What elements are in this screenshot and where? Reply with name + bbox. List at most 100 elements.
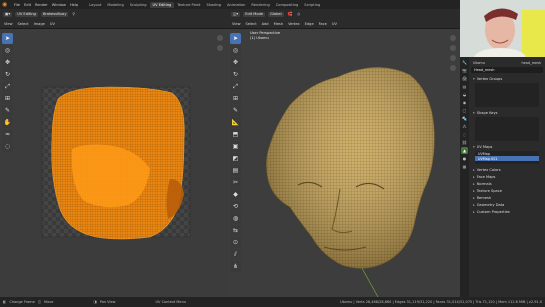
section-label: Normals [476,181,492,186]
uv-menu-view[interactable]: View [3,22,14,26]
chevron-down-icon: ▾ [473,144,475,149]
section-geometry-data[interactable]: ▸ Geometry Data [471,201,543,208]
tool-icon[interactable]: 🔧 [461,59,468,66]
tab-sculpting[interactable]: Sculpting [127,2,150,8]
uv-editor-header: ▣▾ UV Editing BrakesuBuay ⚲ View Select … [0,9,228,29]
uv-editor-area[interactable]: ➤ ◎ ✥ ↻ ⤢ ⊞ ✎ ✋ ≈ ◌ [0,29,228,297]
section-label: Vertex Colors [476,167,501,172]
proportional-edit-icon[interactable]: ◎ [296,12,301,16]
tab-compositing[interactable]: Compositing [273,2,302,8]
menu-render[interactable]: Render [33,3,50,7]
section-uv-maps[interactable]: ▾ UV Maps [471,143,543,150]
shape-keys-list[interactable] [475,117,539,141]
chevron-right-icon: ▸ [473,181,475,186]
section-vertex-groups[interactable]: ▾ Vertex Groups [471,75,543,82]
menu-edit[interactable]: Edit [22,3,33,7]
section-label: Remesh [476,195,492,200]
uv-canvas[interactable] [0,29,228,297]
section-label: Shape Keys [476,110,498,115]
vp-menu-face[interactable]: Face [318,22,328,26]
properties-body: Ukomu head_mesh Head_mesh ▾ Vertex Groups… [469,57,545,297]
edit-mode-select[interactable]: Edit Mode [243,11,266,17]
mesh-name-field[interactable]: Head_mesh [471,67,543,73]
constraints-icon[interactable]: ⛓ [461,139,468,146]
scene-stats: Ukomu | Verts 28,488/28,660 | Edges 31,1… [340,300,542,304]
menu-help[interactable]: Help [68,3,80,7]
output-icon[interactable]: 🖨 [461,75,468,82]
viewport-area[interactable]: User Perspective (1) Ukomu ➤ ◎ ✥ ↻ ⤢ ⊞ ✎… [228,29,460,297]
blender-logo-icon[interactable]: ◉ [2,1,9,8]
tab-rendering[interactable]: Rendering [248,2,272,8]
uv-maps-list[interactable]: UVMap UVMap.001 [475,151,539,164]
vp-menu-uv[interactable]: UV [331,22,338,26]
properties-editor: 🔧 📷 🖨 ▤ ◒ ◉ ▢ 🔩 ⁂ ◌ ⛓ ▲ ● ▦ Ukomu head_m… [460,57,545,297]
section-custom-properties[interactable]: ▸ Custom Properties [471,208,543,215]
tab-layout[interactable]: Layout [86,2,104,8]
render-icon[interactable]: 📷 [461,67,468,74]
physics-icon[interactable]: ◌ [461,131,468,138]
section-remesh[interactable]: ▸ Remesh [471,194,543,201]
breadcrumb: Ukomu head_mesh [471,59,543,66]
section-label: Custom Properties [476,209,510,214]
head-mesh-render[interactable] [228,29,460,297]
status-bar: ◧ Change Frame ◫ Move ◨ Pan View UV Cont… [0,297,545,307]
section-face-maps[interactable]: ▸ Face Maps [471,173,543,180]
mouse-left-icon: ◧ [3,300,7,304]
uv-mode-select[interactable]: UV Editing [15,11,38,17]
tab-scripting[interactable]: Scripting [301,2,323,8]
section-label: Texture Space [476,188,502,193]
status-hint-change-frame: Change Frame [9,300,35,304]
orientation-select[interactable]: Global [268,11,284,17]
uv-menu-select[interactable]: Select [17,22,30,26]
chevron-down-icon: ▾ [473,110,475,115]
tab-animation[interactable]: Animation [224,2,248,8]
vp-menu-view[interactable]: View [231,22,242,26]
section-label: UV Maps [476,144,493,149]
object-icon[interactable]: ▢ [461,107,468,114]
tab-shading[interactable]: Shading [203,2,224,8]
status-hint-pan: Pan View [99,300,116,304]
chevron-right-icon: ▸ [473,188,475,193]
vertex-groups-list[interactable] [475,83,539,107]
tab-uv-editing[interactable]: UV Editing [149,1,175,8]
mouse-right-icon: ◨ [93,300,97,304]
snap-icon[interactable]: 🧲 [287,12,293,16]
status-hint-context: UV Context Menu [155,300,187,304]
vp-menu-add[interactable]: Add [261,22,270,26]
scene-icon[interactable]: ◒ [461,91,468,98]
tab-texture-paint[interactable]: Texture Paint [174,2,203,8]
uv-menu-image[interactable]: Image [33,22,46,26]
section-shape-keys[interactable]: ▾ Shape Keys [471,109,543,116]
texture-icon[interactable]: ▦ [461,163,468,170]
viewport-editor-type-icon[interactable]: ◫▾ [231,11,241,17]
particles-icon[interactable]: ⁂ [461,123,468,130]
data-icon[interactable]: ▲ [461,147,468,154]
vp-menu-select[interactable]: Select [245,22,258,26]
section-vertex-colors[interactable]: ▸ Vertex Colors [471,166,543,173]
head-shading [266,67,435,269]
view-layer-icon[interactable]: ▤ [461,83,468,90]
mouse-middle-icon: ◫ [37,300,42,304]
pin-icon[interactable]: ⚲ [71,12,76,16]
tab-modeling[interactable]: Modeling [104,2,126,8]
uv-menu-uv[interactable]: UV [49,22,56,26]
editor-type-icon[interactable]: ▣▾ [3,11,13,17]
section-normals[interactable]: ▸ Normals [471,180,543,187]
chevron-right-icon: ▸ [473,174,475,179]
world-icon[interactable]: ◉ [461,99,468,106]
image-name-field[interactable]: BrakesuBuay [40,11,69,17]
vp-menu-edge[interactable]: Edge [304,22,315,26]
breadcrumb-object: Ukomu [473,60,485,65]
status-hint-move: Move [44,300,54,304]
chevron-right-icon: ▸ [473,202,475,207]
menu-file[interactable]: File [12,3,22,7]
vp-menu-mesh[interactable]: Mesh [273,22,284,26]
vp-menu-vertex[interactable]: Vertex [287,22,301,26]
menu-window[interactable]: Window [50,3,68,7]
properties-tabs: 🔧 📷 🖨 ▤ ◒ ◉ ▢ 🔩 ⁂ ◌ ⛓ ▲ ● ▦ [460,57,469,297]
list-item[interactable]: UVMap.001 [475,156,539,161]
modifier-icon[interactable]: 🔩 [461,115,468,122]
section-label: Vertex Groups [476,76,503,81]
section-texture-space[interactable]: ▸ Texture Space [471,187,543,194]
material-icon[interactable]: ● [461,155,468,162]
